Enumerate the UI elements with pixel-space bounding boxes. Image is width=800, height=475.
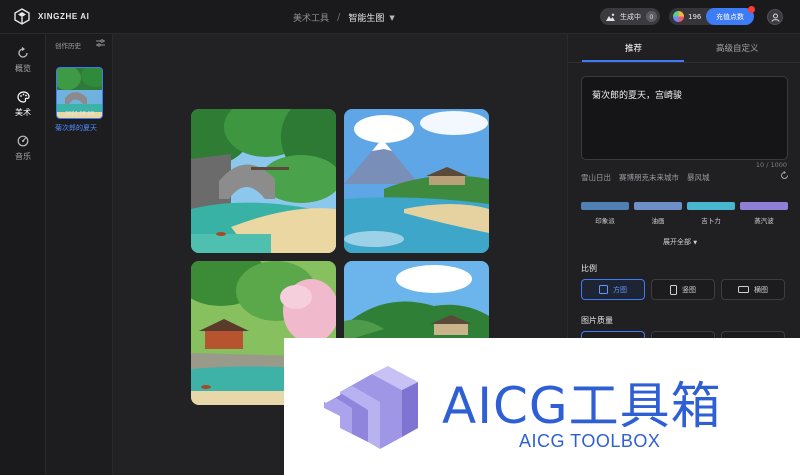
history-caption[interactable]: 菊次郎的夏天 (55, 123, 107, 133)
notification-dot (748, 6, 755, 13)
nav-item-music[interactable]: 音乐 (0, 135, 46, 162)
landscape-ratio-icon (738, 286, 749, 293)
brand-name: XINGZHE AI (38, 12, 90, 21)
expand-all-label: 展开全部 (663, 238, 691, 246)
history-title: 创作历史 (55, 42, 81, 50)
style-swatch (634, 202, 682, 210)
brand-mark-icon (14, 8, 30, 25)
style-label: 吉卜力 (701, 217, 721, 225)
style-oil-painting[interactable]: 油画 (634, 202, 682, 225)
history-thumbnail[interactable]: 2023-08-08 (56, 67, 103, 119)
filter-sliders-icon[interactable] (96, 39, 105, 47)
nav-label-art: 美术 (15, 108, 31, 117)
watermark-banner: AICG工具箱 AICG TOOLBOX (284, 338, 800, 475)
nav-label-overview: 概览 (15, 64, 31, 73)
chevron-down-icon: ▼ (693, 240, 698, 246)
prompt-suggestions: 雪山日出 赛博朋克未来城市 暴风城 (581, 172, 710, 183)
credits-count: 196 (688, 12, 702, 21)
ratio-portrait-button[interactable]: 竖图 (651, 279, 715, 300)
generated-image-2[interactable] (344, 109, 489, 253)
style-swatch (687, 202, 735, 210)
credits-widget: 196 充值点数 (669, 8, 754, 25)
ratio-square-button[interactable]: 方图 (581, 279, 645, 300)
style-label: 印象派 (595, 217, 615, 225)
suggestion-chip[interactable]: 雪山日出 (581, 172, 611, 183)
top-bar: XINGZHE AI 美术工具 / 智能生图 ▼ 生成中 0 196 充值点数 (0, 0, 800, 34)
history-panel: 创作历史 2023-08-08 菊次郎的夏天 (46, 34, 113, 475)
credits-coin-icon (673, 11, 684, 22)
style-label: 油画 (651, 217, 665, 225)
ratio-landscape-label: 横图 (754, 285, 768, 294)
tab-advanced-custom[interactable]: 高级自定义 (716, 42, 759, 54)
style-label: 蒸汽波 (754, 217, 774, 225)
style-swatch (740, 202, 788, 210)
user-avatar-button[interactable] (767, 9, 783, 25)
ratio-portrait-label: 竖图 (682, 285, 696, 294)
watermark-title: AICG工具箱 (442, 377, 722, 435)
ratio-selector: 方图 竖图 横图 (581, 279, 785, 300)
square-ratio-icon (599, 285, 608, 294)
ratio-landscape-button[interactable]: 横图 (721, 279, 785, 300)
history-date: 2023-08-08 (64, 111, 95, 117)
refresh-circle-icon (18, 47, 28, 58)
breadcrumb-parent[interactable]: 美术工具 (293, 11, 329, 24)
portrait-ratio-icon (670, 284, 677, 295)
mountain-image-icon (606, 13, 615, 21)
generating-label: 生成中 (620, 12, 641, 21)
left-nav: 概览 美术 音乐 (0, 34, 46, 475)
prompt-char-count: 10 / 1000 (755, 161, 787, 169)
generated-image-2-art (344, 109, 489, 253)
style-presets: 印象派 油画 吉卜力 蒸汽波 (581, 202, 788, 225)
style-vaporwave[interactable]: 蒸汽波 (740, 202, 788, 225)
brand-logo[interactable]: XINGZHE AI (14, 8, 89, 25)
user-icon (771, 13, 779, 22)
ratio-square-label: 方图 (613, 285, 627, 294)
expand-all-button[interactable]: 展开全部 ▼ (663, 237, 697, 247)
palette-icon (16, 91, 30, 103)
suggestion-chip[interactable]: 暴风城 (687, 172, 710, 183)
nav-label-music: 音乐 (15, 152, 31, 161)
breadcrumb: 美术工具 / 智能生图 ▼ (293, 11, 395, 24)
suggestion-chip[interactable]: 赛博朋克未来城市 (619, 172, 679, 183)
chevron-down-icon[interactable]: ▼ (389, 14, 394, 22)
ratio-label: 比例 (581, 264, 597, 273)
prompt-input[interactable]: 菊次郎的夏天，宫崎骏 (581, 76, 788, 160)
watermark-subtitle: AICG TOOLBOX (519, 431, 661, 451)
tab-recommended[interactable]: 推荐 (625, 42, 642, 54)
toolbox-logo-icon (324, 366, 418, 449)
nav-item-overview[interactable]: 概览 (0, 47, 46, 74)
style-impressionism[interactable]: 印象派 (581, 202, 629, 225)
style-swatch (581, 202, 629, 210)
quality-label: 图片质量 (581, 316, 613, 325)
prompt-text: 菊次郎的夏天，宫崎骏 (592, 91, 683, 101)
style-ghibli[interactable]: 吉卜力 (687, 202, 735, 225)
generating-status-button[interactable]: 生成中 0 (600, 8, 660, 25)
tab-divider (568, 62, 800, 63)
refresh-suggestions-icon[interactable] (780, 171, 789, 180)
music-disc-icon (17, 135, 29, 147)
generated-image-1-art (191, 109, 336, 253)
nav-item-art[interactable]: 美术 (0, 91, 46, 118)
breadcrumb-separator: / (337, 12, 341, 23)
recharge-button[interactable]: 充值点数 (706, 8, 754, 25)
generated-image-1[interactable] (191, 109, 336, 253)
generating-count-badge: 0 (646, 11, 657, 22)
breadcrumb-current[interactable]: 智能生图 (348, 11, 384, 24)
